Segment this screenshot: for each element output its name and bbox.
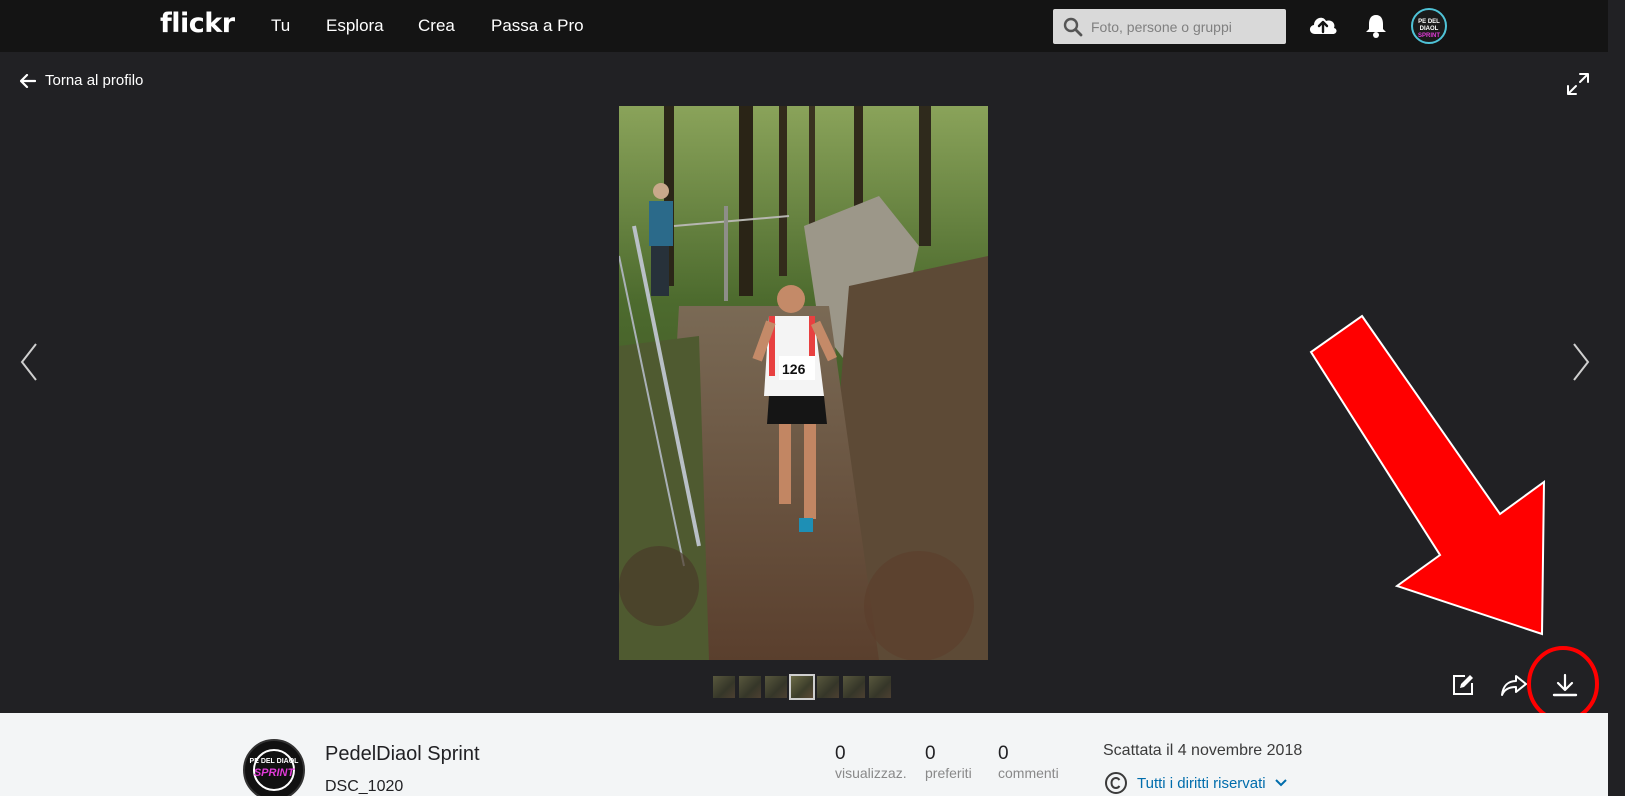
- back-to-profile-link[interactable]: Torna al profilo: [20, 72, 143, 89]
- fullscreen-expand-icon[interactable]: [1566, 72, 1590, 96]
- thumbnail-active[interactable]: [789, 674, 815, 700]
- nav-link-passa-a-pro[interactable]: Passa a Pro: [491, 16, 584, 36]
- top-navigation-bar: flickr Tu Esplora Crea Passa a Pro PE DE…: [0, 0, 1608, 52]
- photo-viewer: Torna al profilo 126: [0, 52, 1608, 713]
- search-box[interactable]: [1053, 9, 1286, 44]
- nav-link-tu[interactable]: Tu: [271, 16, 290, 36]
- edit-icon[interactable]: [1451, 673, 1475, 697]
- runner-bib-number: 126: [782, 361, 806, 377]
- stat-favorites: 0 preferiti: [925, 743, 972, 781]
- copyright-icon: [1105, 772, 1127, 794]
- thumbnail[interactable]: [739, 676, 761, 698]
- photo-info-bar: PE DEL DIAOL SPRINT PedelDiaol Sprint DS…: [0, 713, 1608, 796]
- comments-label: commenti: [998, 765, 1059, 781]
- comments-count: 0: [998, 743, 1009, 764]
- arrow-left-icon: [20, 73, 36, 88]
- back-to-profile-label: Torna al profilo: [45, 72, 144, 89]
- views-label: visualizzaz.: [835, 765, 907, 781]
- views-count: 0: [835, 743, 846, 764]
- license-selector[interactable]: Tutti i diritti riservati: [1104, 771, 1287, 795]
- thumbnail[interactable]: [817, 676, 839, 698]
- main-photo[interactable]: 126: [619, 106, 988, 660]
- flickr-photo-page: flickr Tu Esplora Crea Passa a Pro PE DE…: [0, 0, 1625, 796]
- next-photo-chevron-icon[interactable]: [1570, 342, 1592, 382]
- search-icon: [1063, 17, 1083, 37]
- thumbnail[interactable]: [765, 676, 787, 698]
- owner-name-link[interactable]: PedelDiaol Sprint: [325, 743, 480, 766]
- favorites-label: preferiti: [925, 765, 972, 781]
- thumbnail[interactable]: [869, 676, 891, 698]
- trail-runner-photo: 126: [619, 106, 988, 660]
- nav-link-esplora[interactable]: Esplora: [326, 16, 384, 36]
- share-icon[interactable]: [1500, 673, 1528, 697]
- search-input[interactable]: [1091, 9, 1281, 44]
- stat-views: 0 visualizzaz.: [835, 743, 907, 781]
- notifications-bell-icon[interactable]: [1364, 13, 1388, 39]
- license-link[interactable]: Tutti i diritti riservati: [1137, 775, 1266, 792]
- chevron-down-icon: [1274, 779, 1287, 787]
- stat-comments: 0 commenti: [998, 743, 1059, 781]
- nav-link-crea[interactable]: Crea: [418, 16, 455, 36]
- date-taken: Scattata il 4 novembre 2018: [1103, 742, 1303, 759]
- thumbnail[interactable]: [843, 676, 865, 698]
- upload-cloud-icon[interactable]: [1307, 12, 1339, 38]
- favorites-count: 0: [925, 743, 936, 764]
- photostream-thumbnails: [713, 674, 891, 700]
- photo-title: DSC_1020: [325, 778, 404, 795]
- download-icon[interactable]: [1552, 673, 1578, 697]
- flickr-logo[interactable]: flickr: [160, 8, 235, 39]
- user-avatar[interactable]: PE DEL DIAOL SPRINT: [1411, 8, 1447, 44]
- thumbnail[interactable]: [713, 676, 735, 698]
- previous-photo-chevron-icon[interactable]: [18, 342, 40, 382]
- owner-avatar[interactable]: PE DEL DIAOL SPRINT: [243, 739, 305, 796]
